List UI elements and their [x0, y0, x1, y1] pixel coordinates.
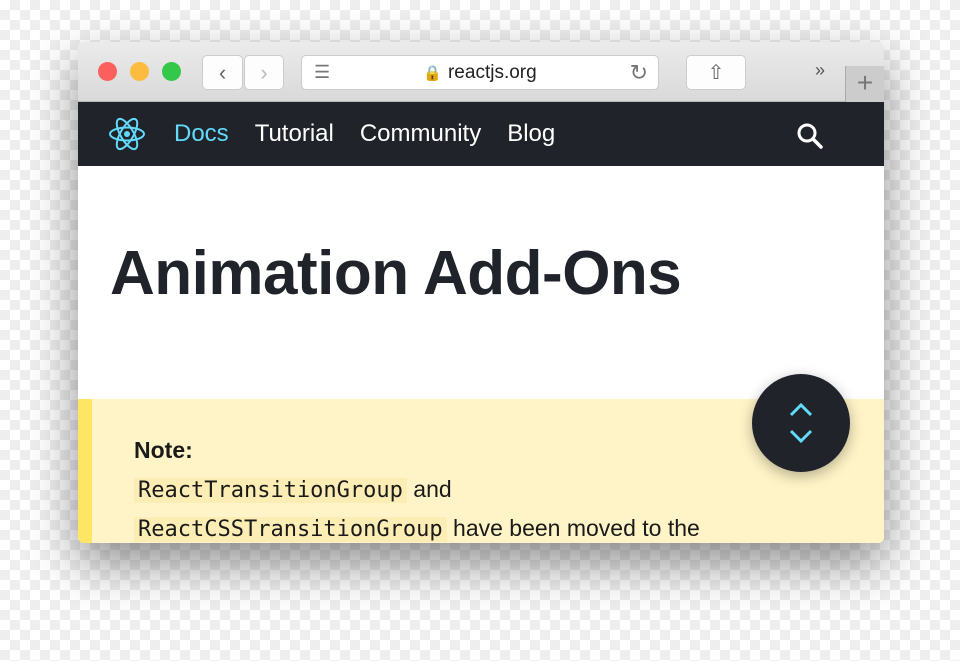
note-text: have been moved to the	[446, 515, 700, 541]
reader-icon[interactable]: ☰	[314, 62, 330, 83]
url-text: reactjs.org	[447, 61, 537, 83]
code-react-transition-group: ReactTransitionGroup	[134, 478, 407, 503]
nav-docs[interactable]: Docs	[174, 120, 229, 148]
scroll-navigation-button[interactable]	[752, 374, 850, 472]
code-react-css-transition-group: ReactCSSTransitionGroup	[134, 517, 447, 542]
nav-community[interactable]: Community	[360, 120, 481, 148]
browser-window: ‹ › ☰ 🔒 reactjs.org ↻ ⇧ » + Docs Tutoria…	[78, 42, 884, 543]
address-bar[interactable]: ☰ 🔒 reactjs.org ↻	[301, 55, 659, 90]
browser-toolbar: ‹ › ☰ 🔒 reactjs.org ↻ ⇧ » +	[78, 42, 884, 102]
nav-tutorial[interactable]: Tutorial	[255, 120, 334, 148]
react-logo-icon[interactable]	[108, 116, 146, 152]
reload-icon[interactable]: ↻	[630, 60, 648, 86]
new-tab-button[interactable]: +	[845, 66, 884, 102]
overflow-chevrons-icon[interactable]: »	[815, 60, 825, 81]
minimize-button[interactable]	[130, 62, 149, 81]
share-button[interactable]: ⇧	[686, 55, 746, 90]
forward-button[interactable]: ›	[244, 55, 284, 90]
lock-icon: 🔒	[423, 64, 442, 82]
search-icon[interactable]	[796, 122, 824, 150]
chevron-right-icon: ›	[260, 59, 268, 85]
top-nav: Docs Tutorial Community Blog	[78, 102, 884, 166]
back-button[interactable]: ‹	[202, 55, 243, 90]
zoom-button[interactable]	[162, 62, 181, 81]
chevron-up-down-icon	[789, 402, 813, 444]
close-button[interactable]	[98, 62, 117, 81]
nav-blog[interactable]: Blog	[507, 120, 555, 148]
note-text: and	[406, 476, 452, 502]
chevron-left-icon: ‹	[218, 59, 227, 85]
share-icon: ⇧	[707, 62, 725, 84]
page-title: Animation Add-Ons	[110, 239, 682, 308]
